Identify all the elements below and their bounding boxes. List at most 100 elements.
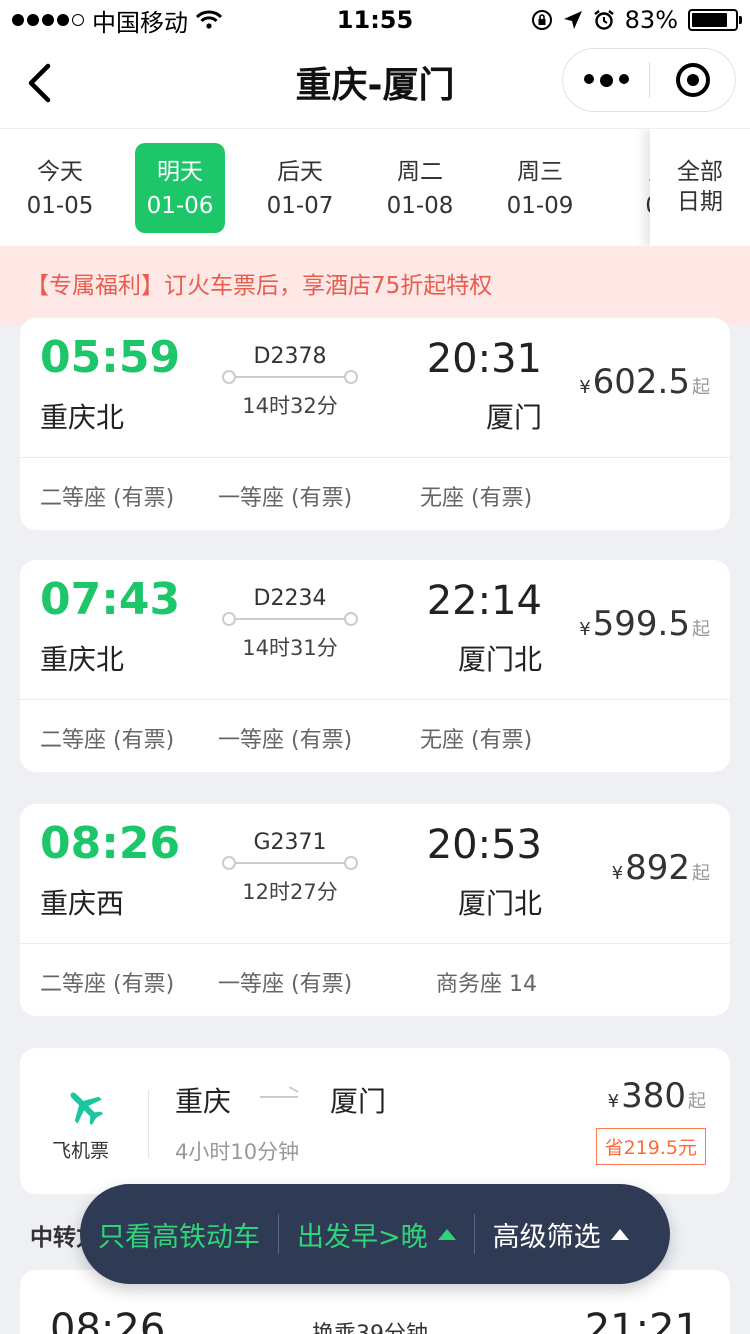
travel-duration: 14时31分 — [242, 636, 338, 660]
all-dates-button[interactable]: 全部 日期 — [650, 129, 750, 246]
date-tab-day: 明天 — [157, 159, 203, 185]
seat-type: 一等座 (有票) — [218, 972, 353, 997]
departure-station: 重庆北 — [40, 643, 125, 676]
flight-card[interactable]: 飞机票 重庆 厦门 4小时10分钟 ¥ 380 起 省219.5元 — [20, 1048, 730, 1194]
departure-station: 重庆西 — [40, 887, 125, 920]
alarm-icon — [593, 10, 614, 30]
train-card[interactable]: 05:59 重庆北 D2378 14时32分 20:31 厦门 ¥ 602.5 … — [20, 318, 730, 530]
date-tab-date: 01-05 — [26, 193, 94, 219]
signal-strength-icon — [12, 14, 84, 26]
wifi-icon — [196, 10, 222, 29]
transfer-wait: 换乘39分钟 — [312, 1316, 428, 1334]
seat-availability: 二等座 (有票) 一等座 (有票) 商务座 14 — [20, 944, 730, 1016]
battery-percent: 83% — [624, 6, 678, 34]
seat-type: 一等座 (有票) — [218, 728, 353, 753]
date-tab-date: 01-09 — [506, 193, 574, 219]
currency-symbol: ¥ — [579, 377, 591, 398]
arrival-station: 厦门北 — [457, 643, 542, 676]
price-value: 599.5 — [592, 604, 690, 644]
seat-type: 无座 (有票) — [420, 486, 533, 511]
more-options-button[interactable] — [563, 73, 649, 87]
seat-type: 二等座 (有票) — [40, 486, 175, 511]
filter-label: 只看高铁动车 — [98, 1221, 260, 1253]
airplane-icon — [70, 1092, 104, 1126]
arrival-time: 20:31 — [426, 336, 542, 382]
promo-banner[interactable]: 【专属福利】订火车票后，享酒店75折起特权 — [0, 246, 750, 326]
arrival-station: 厦门北 — [457, 887, 542, 920]
caret-up-icon — [610, 1228, 629, 1240]
departure-time: 08:26 — [50, 1306, 166, 1334]
currency-symbol: ¥ — [579, 619, 591, 640]
currency-symbol: ¥ — [607, 1091, 620, 1112]
all-dates-label: 日期 — [677, 189, 723, 215]
date-selector: 今天 01-05 明天 01-06 后天 01-07 周二 01-08 周三 0… — [0, 128, 750, 246]
close-miniprogram-button[interactable] — [650, 63, 735, 97]
navigation-bar: 重庆-厦门 — [0, 40, 750, 128]
train-number: D2234 — [253, 586, 327, 611]
date-tab-tomorrow[interactable]: 明天 01-06 — [135, 143, 225, 233]
date-tab-today[interactable]: 今天 01-05 — [15, 143, 105, 233]
arrival-time: 21:21 — [584, 1306, 700, 1334]
price-value: 892 — [625, 848, 690, 888]
miniprogram-capsule — [562, 48, 736, 112]
date-tab-date: 01-07 — [266, 193, 334, 219]
price-suffix: 起 — [692, 619, 710, 640]
train-card[interactable]: 07:43 重庆北 D2234 14时31分 22:14 厦门北 ¥ 599.5… — [20, 560, 730, 772]
price-suffix: 起 — [692, 377, 710, 398]
arrival-time: 22:14 — [426, 578, 542, 624]
carrier-name: 中国移动 — [92, 8, 188, 37]
only-high-speed-filter[interactable]: 只看高铁动车 — [80, 1184, 278, 1284]
all-dates-label: 全部 — [677, 159, 723, 185]
seat-type: 一等座 (有票) — [218, 486, 353, 511]
arrival-time: 20:53 — [426, 822, 542, 868]
flight-price: ¥ 380 起 — [608, 1076, 706, 1116]
arrival-station: 厦门 — [485, 401, 542, 434]
route-line — [222, 612, 358, 626]
travel-duration: 12时27分 — [242, 880, 338, 904]
currency-symbol: ¥ — [611, 863, 624, 884]
ticket-price: ¥ 599.5 起 — [579, 604, 710, 644]
date-tab-date: 01-06 — [146, 193, 214, 219]
rotation-lock-icon — [531, 10, 552, 30]
flight-label: 飞机票 — [52, 1140, 110, 1162]
ticket-price: ¥ 892 起 — [612, 848, 710, 888]
date-tab-tuesday[interactable]: 周二 01-08 — [375, 143, 465, 233]
departure-time: 05:59 — [40, 332, 181, 383]
departure-time: 08:26 — [40, 818, 181, 869]
arrow-right-icon — [260, 1096, 298, 1098]
route-line — [222, 370, 358, 384]
target-icon — [675, 63, 710, 97]
date-tab-date: 01-08 — [386, 193, 454, 219]
seat-availability: 二等座 (有票) 一等座 (有票) 无座 (有票) — [20, 700, 730, 772]
train-card[interactable]: 08:26 重庆西 G2371 12时27分 20:53 厦门北 ¥ 892 起… — [20, 804, 730, 1016]
date-tab-day: 今天 — [37, 159, 83, 185]
seat-type: 商务座 14 — [436, 972, 537, 997]
date-tab-wednesday[interactable]: 周三 01-09 — [495, 143, 585, 233]
status-bar: 中国移动 11:55 83% — [0, 0, 750, 40]
advanced-filter-button[interactable]: 高级筛选 — [475, 1184, 647, 1284]
date-tab-day-after[interactable]: 后天 01-07 — [255, 143, 345, 233]
price-suffix: 起 — [688, 1091, 706, 1112]
date-tab-day: 周二 — [397, 159, 443, 185]
departure-time: 07:43 — [40, 574, 181, 625]
price-suffix: 起 — [692, 863, 710, 884]
filter-bar: 只看高铁动车 出发早>晚 高级筛选 — [80, 1184, 670, 1284]
ticket-price: ¥ 602.5 起 — [579, 362, 710, 402]
divider — [148, 1090, 149, 1158]
location-arrow-icon — [563, 11, 582, 29]
flight-duration: 4小时10分钟 — [175, 1140, 300, 1164]
filter-label: 高级筛选 — [492, 1221, 601, 1253]
travel-duration: 14时32分 — [242, 394, 338, 418]
filter-label: 出发早>晚 — [297, 1221, 428, 1253]
sort-departure-button[interactable]: 出发早>晚 — [279, 1184, 474, 1284]
price-value: 380 — [621, 1076, 686, 1116]
price-value: 602.5 — [592, 362, 690, 402]
battery-icon — [688, 9, 742, 31]
route-line — [222, 856, 358, 870]
flight-origin: 重庆 — [175, 1085, 232, 1118]
caret-up-icon — [437, 1228, 456, 1240]
train-number: D2378 — [253, 344, 327, 369]
seat-type: 无座 (有票) — [420, 728, 533, 753]
train-number: G2371 — [253, 830, 327, 855]
departure-station: 重庆北 — [40, 401, 125, 434]
